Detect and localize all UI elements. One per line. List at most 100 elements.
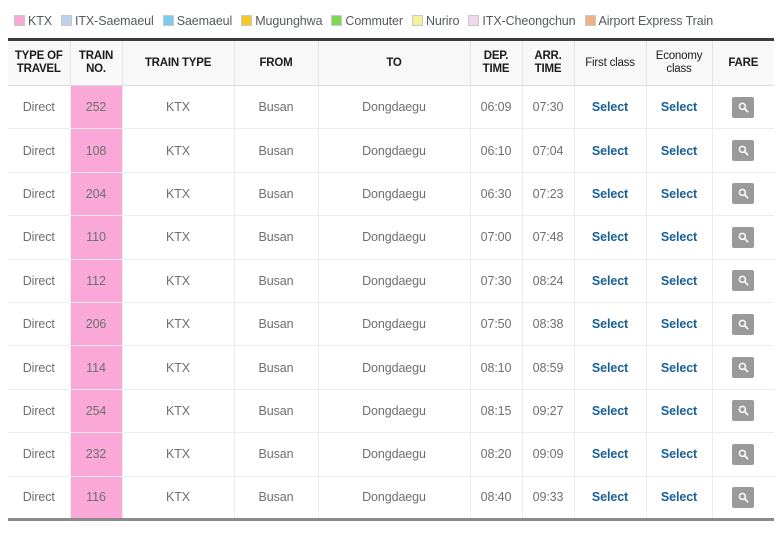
economy-class-select-link[interactable]: Select	[661, 490, 697, 504]
column-header-train-type: TRAIN TYPE	[122, 39, 235, 86]
cell-economy-class: Select	[646, 128, 713, 173]
economy-class-select-link[interactable]: Select	[661, 274, 697, 288]
cell-fare	[712, 85, 774, 130]
cell-train-type: KTX	[122, 259, 235, 303]
cell-first-class: Select	[574, 172, 647, 217]
economy-class-select-link[interactable]: Select	[661, 447, 697, 461]
first-class-select-link[interactable]: Select	[592, 187, 628, 201]
cell-dep-time: 08:15	[470, 389, 523, 434]
cell-dep-time: 06:09	[470, 85, 523, 130]
first-class-select-link[interactable]: Select	[592, 274, 628, 288]
cell-train-no: 232	[70, 432, 123, 477]
cell-dep-time: 06:10	[470, 128, 523, 173]
first-class-select-link[interactable]: Select	[592, 230, 628, 244]
economy-class-select-link[interactable]: Select	[661, 404, 697, 418]
first-class-select-link[interactable]: Select	[592, 447, 628, 461]
cell-train-type: KTX	[122, 432, 235, 477]
magnifier-icon	[738, 102, 749, 113]
cell-first-class: Select	[574, 85, 647, 130]
cell-from: Busan	[234, 128, 319, 173]
first-class-select-link[interactable]: Select	[592, 361, 628, 375]
cell-arr-time: 08:59	[522, 345, 575, 390]
table-body: Direct 252 KTX Busan Dongdaegu 06:09 07:30 Sele…	[8, 85, 774, 520]
fare-lookup-button[interactable]	[732, 183, 755, 205]
economy-class-select-link[interactable]: Select	[661, 361, 697, 375]
fare-lookup-button[interactable]	[732, 226, 755, 248]
fare-lookup-button[interactable]	[732, 400, 755, 422]
fare-lookup-button[interactable]	[732, 270, 755, 292]
magnifier-icon	[738, 232, 749, 243]
cell-arr-time: 07:48	[522, 215, 575, 260]
cell-arr-time: 08:38	[522, 302, 575, 347]
cell-to: Dongdaegu	[318, 476, 471, 520]
cell-train-type: KTX	[122, 85, 235, 130]
cell-from: Busan	[234, 389, 319, 434]
cell-to: Dongdaegu	[318, 345, 471, 390]
legend-item-commuter: Commuter	[331, 14, 403, 28]
legend-swatch-icon	[14, 15, 25, 26]
economy-class-select-link[interactable]: Select	[661, 100, 697, 114]
table-row: Direct 110 KTX Busan Dongdaegu 07:00 07:48 Sele…	[8, 215, 774, 260]
cell-fare	[712, 172, 774, 217]
cell-type-of-travel: Direct	[8, 302, 71, 347]
legend-item-nuriro: Nuriro	[411, 14, 460, 28]
cell-type-of-travel: Direct	[8, 389, 71, 434]
legend-swatch-icon	[411, 15, 423, 26]
train-type-legend: KTX ITX-Saemaeul Saemaeul Mugunghwa Commuter…	[0, 0, 770, 38]
economy-class-select-link[interactable]: Select	[661, 230, 697, 244]
table-row: Direct 112 KTX Busan Dongdaegu 07:30 08:24 Sele…	[8, 259, 774, 303]
legend-label: KTX	[28, 14, 53, 28]
economy-class-select-link[interactable]: Select	[661, 187, 697, 201]
legend-swatch-icon	[162, 15, 174, 26]
magnifier-icon	[738, 405, 749, 416]
cell-train-no: 112	[70, 259, 123, 303]
header-row: TYPE OF TRAVEL TRAIN NO. TRAIN TYPE FROM…	[8, 39, 774, 86]
cell-fare	[712, 302, 774, 347]
cell-economy-class: Select	[646, 389, 713, 434]
economy-class-select-link[interactable]: Select	[661, 317, 697, 331]
column-header-dep-time: DEP. TIME	[470, 39, 523, 86]
cell-to: Dongdaegu	[318, 302, 471, 347]
column-header-to: TO	[318, 39, 471, 86]
fare-lookup-button[interactable]	[732, 96, 755, 118]
magnifier-icon	[738, 492, 749, 503]
cell-economy-class: Select	[646, 302, 713, 347]
legend-item-itx-cheongchun: ITX-Cheongchun	[468, 14, 576, 28]
cell-dep-time: 08:10	[470, 345, 523, 390]
fare-lookup-button[interactable]	[732, 357, 755, 379]
cell-dep-time: 06:30	[470, 172, 523, 217]
first-class-select-link[interactable]: Select	[592, 404, 628, 418]
column-header-type-of-travel: TYPE OF TRAVEL	[8, 39, 71, 86]
cell-to: Dongdaegu	[318, 128, 471, 173]
legend-item-ktx: KTX	[14, 14, 52, 28]
table-row: Direct 252 KTX Busan Dongdaegu 06:09 07:30 Sele…	[8, 85, 774, 130]
legend-label: Commuter	[345, 14, 403, 28]
cell-to: Dongdaegu	[318, 215, 471, 260]
cell-from: Busan	[234, 476, 319, 520]
fare-lookup-button[interactable]	[732, 313, 755, 335]
first-class-select-link[interactable]: Select	[592, 144, 628, 158]
fare-lookup-button[interactable]	[732, 486, 755, 508]
table-row: Direct 108 KTX Busan Dongdaegu 06:10 07:04 Sele…	[8, 128, 774, 173]
cell-first-class: Select	[574, 476, 647, 520]
cell-to: Dongdaegu	[318, 432, 471, 477]
table-row: Direct 206 KTX Busan Dongdaegu 07:50 08:38 Sele…	[8, 302, 774, 347]
fare-lookup-button[interactable]	[732, 140, 755, 162]
first-class-select-link[interactable]: Select	[592, 100, 628, 114]
cell-dep-time: 07:30	[470, 259, 523, 303]
cell-fare	[712, 128, 774, 173]
legend-label: Saemaeul	[176, 14, 233, 28]
first-class-select-link[interactable]: Select	[592, 490, 628, 504]
cell-dep-time: 08:20	[470, 432, 523, 477]
cell-train-no: 110	[70, 215, 123, 260]
cell-economy-class: Select	[646, 345, 713, 390]
first-class-select-link[interactable]: Select	[592, 317, 628, 331]
fare-lookup-button[interactable]	[732, 443, 755, 465]
cell-first-class: Select	[574, 215, 647, 260]
cell-arr-time: 09:27	[522, 389, 575, 434]
magnifier-icon	[738, 275, 749, 286]
cell-from: Busan	[234, 432, 319, 477]
cell-train-no: 114	[70, 345, 123, 390]
cell-type-of-travel: Direct	[8, 215, 71, 260]
economy-class-select-link[interactable]: Select	[661, 144, 697, 158]
